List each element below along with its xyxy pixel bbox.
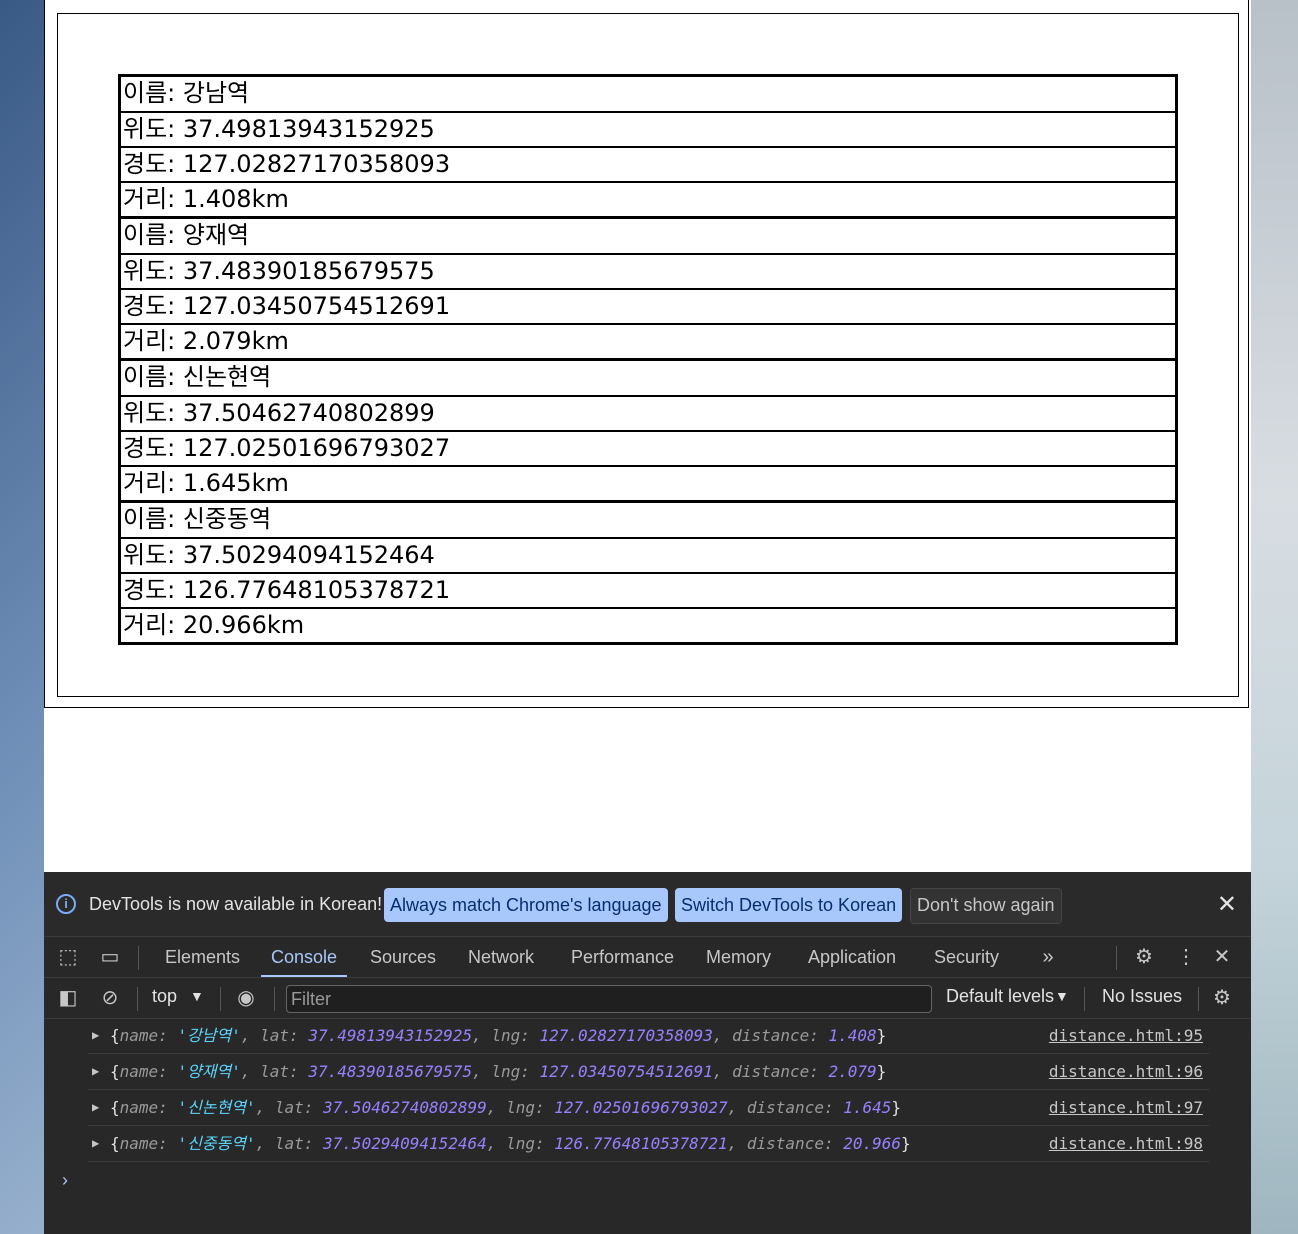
tab-network[interactable]: Network [468,937,534,977]
station-card: 이름: 강남역 위도: 37.49813943152925 경도: 127.02… [121,77,1175,216]
switch-to-korean-button[interactable]: Switch DevTools to Korean [675,888,903,922]
expand-triangle-icon[interactable]: ▶ [92,1126,99,1161]
divider [138,946,139,970]
dont-show-again-button[interactable]: Don't show again [910,888,1062,924]
tab-security[interactable]: Security [934,937,999,977]
context-selector[interactable]: top [152,986,177,1007]
tab-application[interactable]: Application [808,937,896,977]
tab-sources[interactable]: Sources [370,937,436,977]
station-latitude: 위도: 37.50294094152464 [121,537,1175,572]
station-longitude: 경도: 127.02827170358093 [121,146,1175,181]
station-distance: 거리: 20.966km [121,607,1175,642]
gear-icon[interactable]: ⚙ [1132,945,1156,969]
station-latitude: 위도: 37.50462740802899 [121,395,1175,430]
divider [1116,946,1117,970]
station-longitude: 경도: 126.77648105378721 [121,572,1175,607]
divider [274,987,275,1011]
expand-triangle-icon[interactable]: ▶ [92,1018,99,1053]
station-latitude: 위도: 37.49813943152925 [121,111,1175,146]
clear-console-icon[interactable]: ⊘ [98,986,122,1010]
tab-performance[interactable]: Performance [571,937,674,977]
console-output: ▶ {name: '강남역', lat: 37.49813943152925, … [44,1018,1251,1190]
station-distance: 거리: 1.645km [121,465,1175,500]
station-name: 이름: 강남역 [123,79,250,107]
expand-triangle-icon[interactable]: ▶ [92,1090,99,1125]
source-link[interactable]: distance.html:96 [1049,1054,1203,1089]
log-object: {name: '신논현역', lat: 37.50462740802899, l… [110,1098,902,1117]
log-object: {name: '강남역', lat: 37.49813943152925, ln… [110,1026,887,1045]
devtools-tabbar: ⬚ ▭ Elements Console Sources Network Per… [44,937,1251,978]
console-prompt-icon[interactable]: › [62,1170,68,1191]
expand-triangle-icon[interactable]: ▶ [92,1054,99,1089]
always-match-language-button[interactable]: Always match Chrome's language [384,888,668,922]
filter-input[interactable]: Filter [286,985,932,1013]
source-link[interactable]: distance.html:98 [1049,1126,1203,1161]
source-link[interactable]: distance.html:95 [1049,1018,1203,1053]
tab-memory[interactable]: Memory [706,937,771,977]
desktop-wallpaper [1251,0,1298,1234]
divider [137,987,138,1011]
device-toolbar-icon[interactable]: ▭ [98,945,122,969]
station-distance: 거리: 1.408km [121,181,1175,216]
sidebar-toggle-icon[interactable]: ◧ [56,986,80,1010]
log-levels-dropdown[interactable]: Default levels [946,986,1054,1007]
close-icon[interactable]: ✕ [1217,890,1237,919]
console-log-entry[interactable]: ▶ {name: '양재역', lat: 37.48390185679575, … [88,1054,1209,1090]
divider [1084,987,1085,1011]
station-longitude: 경도: 127.02501696793027 [121,430,1175,465]
language-infobar: i DevTools is now available in Korean! A… [44,872,1251,937]
browser-window: 이름: 강남역 위도: 37.49813943152925 경도: 127.02… [44,0,1251,1234]
tab-console[interactable]: Console [261,937,348,977]
issues-counter[interactable]: No Issues [1102,986,1182,1007]
console-log-entry[interactable]: ▶ {name: '강남역', lat: 37.49813943152925, … [88,1018,1209,1054]
console-log-entry[interactable]: ▶ {name: '신중동역', lat: 37.50294094152464,… [88,1126,1209,1162]
chevron-down-icon[interactable]: ▼ [1055,988,1069,1004]
kebab-menu-icon[interactable]: ⋮ [1174,945,1198,969]
station-latitude: 위도: 37.48390185679575 [121,253,1175,288]
station-name: 이름: 신중동역 [123,505,272,533]
station-list: 이름: 강남역 위도: 37.49813943152925 경도: 127.02… [118,74,1178,645]
chevron-down-icon[interactable]: ▼ [190,988,204,1004]
divider [1198,987,1199,1011]
station-card: 이름: 신논현역 위도: 37.50462740802899 경도: 127.0… [121,358,1175,500]
station-name: 이름: 양재역 [123,221,250,249]
tab-elements[interactable]: Elements [165,937,240,977]
divider [220,987,221,1011]
station-name: 이름: 신논현역 [123,363,272,391]
infobar-message: DevTools is now available in Korean! [89,894,383,914]
gear-icon[interactable]: ⚙ [1210,986,1234,1010]
more-tabs-icon[interactable]: » [1036,945,1060,969]
station-distance: 거리: 2.079km [121,323,1175,358]
station-longitude: 경도: 127.03450754512691 [121,288,1175,323]
console-toolbar: ◧ ⊘ top ▼ ◉ Filter Default levels ▼ No I… [44,978,1251,1019]
eye-icon[interactable]: ◉ [234,986,258,1010]
info-icon: i [56,894,76,914]
devtools-panel: i DevTools is now available in Korean! A… [44,872,1251,1234]
station-card: 이름: 신중동역 위도: 37.50294094152464 경도: 126.7… [121,500,1175,642]
log-object: {name: '양재역', lat: 37.48390185679575, ln… [110,1062,887,1081]
station-card: 이름: 양재역 위도: 37.48390185679575 경도: 127.03… [121,216,1175,358]
console-log-entry[interactable]: ▶ {name: '신논현역', lat: 37.50462740802899,… [88,1090,1209,1126]
close-icon[interactable]: ✕ [1210,945,1234,969]
page-viewport: 이름: 강남역 위도: 37.49813943152925 경도: 127.02… [44,0,1251,872]
inspect-element-icon[interactable]: ⬚ [56,945,80,969]
log-object: {name: '신중동역', lat: 37.50294094152464, l… [110,1134,911,1153]
source-link[interactable]: distance.html:97 [1049,1090,1203,1125]
